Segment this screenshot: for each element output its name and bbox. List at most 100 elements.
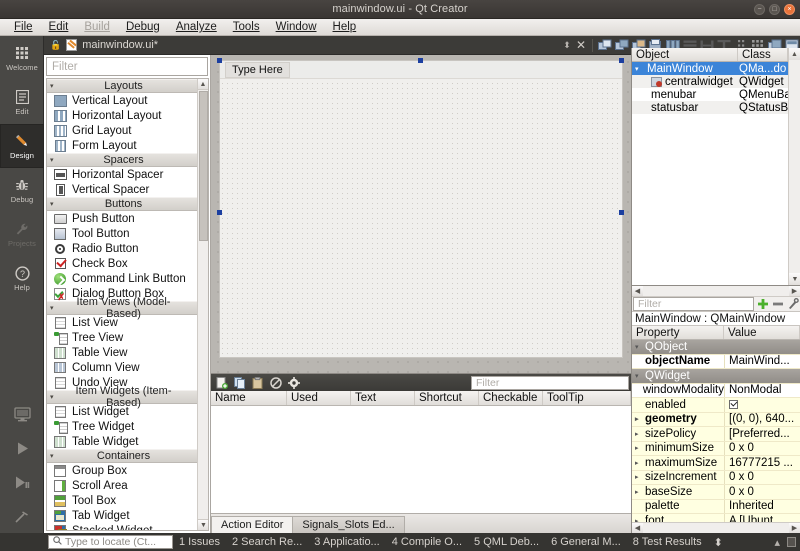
chevron-right-icon[interactable]: ▸ [635, 430, 643, 438]
menu-file[interactable]: File [6, 20, 41, 34]
form-main-window[interactable]: Type Here [219, 60, 623, 358]
column-header-value[interactable]: Value [724, 326, 800, 339]
widget-group-spacers[interactable]: ▾ Spacers [47, 153, 197, 167]
widget-item-radio-button[interactable]: Radio Button [47, 241, 197, 256]
widget-item-horizontal-spacer[interactable]: Horizontal Spacer [47, 167, 197, 182]
output-button-qml-debugger[interactable]: 5 QML Deb... [468, 536, 545, 548]
scroll-up-icon[interactable]: ▲ [789, 48, 800, 60]
settings-icon[interactable] [287, 376, 300, 389]
chevron-down-icon[interactable]: ▾ [635, 343, 643, 351]
selection-handle-top-right[interactable] [619, 58, 624, 63]
widget-box-list[interactable]: ▾ Layouts Vertical Layout Horizontal Lay… [46, 78, 209, 531]
column-header-shortcut[interactable]: Shortcut [415, 391, 479, 405]
action-editor-filter-input[interactable]: Filter [471, 376, 629, 390]
widget-item-command-link-button[interactable]: Command Link Button [47, 271, 197, 286]
scrollbar-thumb[interactable] [199, 91, 208, 241]
chevron-down-icon[interactable]: ▾ [635, 65, 644, 73]
widget-group-containers[interactable]: ▾ Containers [47, 449, 197, 463]
widget-item-check-box[interactable]: Check Box [47, 256, 197, 271]
widget-item-tree-view[interactable]: Tree View [47, 330, 197, 345]
property-value[interactable]: 0 x 0 [724, 470, 800, 484]
scroll-right-icon[interactable]: ▶ [789, 523, 800, 533]
remove-icon[interactable] [770, 297, 785, 311]
widget-item-stacked-widget[interactable]: Stacked Widget [47, 523, 197, 530]
widget-item-form-layout[interactable]: Form Layout [47, 138, 197, 153]
debug-run-icon[interactable] [0, 465, 44, 499]
form-menu-bar[interactable]: Type Here [220, 61, 622, 79]
property-row-maximumsize[interactable]: ▸ maximumSize 16777215 ... [632, 456, 800, 471]
minimize-icon[interactable]: − [754, 4, 765, 15]
output-button-search-results[interactable]: 2 Search Re... [226, 536, 308, 548]
property-value[interactable]: [(0, 0), 640... [724, 412, 800, 426]
output-button-application-output[interactable]: 3 Applicatio... [308, 536, 385, 548]
unlocked-icon[interactable]: 🔓 [50, 40, 61, 51]
outline-toggle-icon[interactable] [787, 537, 796, 547]
object-inspector-scrollbar[interactable]: ▲ ▼ [788, 48, 800, 285]
action-editor-body[interactable] [211, 406, 631, 512]
property-value[interactable]: NonModal [724, 383, 800, 397]
selection-handle-mid-right[interactable] [619, 210, 624, 215]
size-grip-icon[interactable]: ⬍ [708, 536, 729, 549]
chevron-right-icon[interactable]: ▸ [635, 415, 643, 423]
close-editor-icon[interactable]: ✕ [573, 38, 589, 52]
property-row-objectname[interactable]: objectName MainWind... [632, 354, 800, 369]
property-row-enabled[interactable]: enabled [632, 398, 800, 413]
selection-handle-top-left[interactable] [217, 58, 222, 63]
column-header-object[interactable]: Object [632, 48, 738, 61]
sidebar-item-welcome[interactable]: Welcome [0, 36, 44, 80]
property-value[interactable]: [Preferred... [724, 427, 800, 441]
sidebar-item-edit[interactable]: Edit [0, 80, 44, 124]
sidebar-item-projects[interactable]: Projects [0, 212, 44, 256]
property-row-minimumsize[interactable]: ▸ minimumSize 0 x 0 [632, 441, 800, 456]
copy-icon[interactable] [233, 376, 246, 389]
menu-edit[interactable]: Edit [41, 20, 77, 34]
property-value[interactable]: Inherited [724, 499, 800, 513]
chevron-right-icon[interactable]: ▸ [635, 444, 643, 452]
widget-item-grid-layout[interactable]: Grid Layout [47, 123, 197, 138]
property-editor-hscrollbar-bottom[interactable]: ◀ ▶ [632, 522, 800, 533]
widget-item-horizontal-layout[interactable]: Horizontal Layout [47, 108, 197, 123]
table-row[interactable]: ▾ MainWindow QMa...do [632, 62, 788, 75]
chevron-right-icon[interactable]: ▸ [635, 459, 643, 467]
collapse-icon[interactable]: ▴ [774, 536, 780, 549]
widget-item-scroll-area[interactable]: Scroll Area [47, 478, 197, 493]
scroll-up-icon[interactable]: ▲ [198, 79, 208, 90]
run-icon[interactable] [0, 431, 44, 465]
widget-group-buttons[interactable]: ▾ Buttons [47, 197, 197, 211]
chevron-down-icon[interactable]: ▾ [635, 372, 643, 380]
widget-item-tree-widget[interactable]: Tree Widget [47, 419, 197, 434]
new-action-icon[interactable] [215, 376, 228, 389]
property-group-qwidget[interactable]: ▾ QWidget [632, 369, 800, 384]
tab-signals-slots-editor[interactable]: Signals_Slots Ed... [292, 516, 405, 533]
sidebar-item-help[interactable]: ? Help [0, 256, 44, 300]
editor-file-tab[interactable]: 🔓 mainwindow.ui* [44, 36, 166, 55]
delete-icon[interactable] [269, 376, 282, 389]
widget-box-filter-input[interactable]: Filter [46, 57, 208, 76]
output-button-issues[interactable]: 1 Issues [173, 536, 226, 548]
adjust-size-icon[interactable] [596, 37, 613, 54]
selection-handle-top-center[interactable] [418, 58, 423, 63]
menu-debug[interactable]: Debug [118, 20, 168, 34]
output-button-compile-output[interactable]: 4 Compile O... [386, 536, 468, 548]
property-value[interactable]: MainWind... [724, 354, 800, 368]
table-row[interactable]: statusbar QStatusB [632, 101, 788, 114]
configure-icon[interactable] [785, 297, 800, 311]
split-selector-icon[interactable]: ⬍ [561, 40, 573, 51]
widget-item-vertical-spacer[interactable]: Vertical Spacer [47, 182, 197, 197]
property-row-basesize[interactable]: ▸ baseSize 0 x 0 [632, 485, 800, 500]
selection-handle-mid-left[interactable] [217, 210, 222, 215]
widget-item-push-button[interactable]: Push Button [47, 211, 197, 226]
locator-input[interactable]: Type to locate (Ct... [48, 535, 173, 549]
widget-item-group-box[interactable]: Group Box [47, 463, 197, 478]
property-value[interactable]: 16777215 ... [724, 456, 800, 470]
paste-icon[interactable] [251, 376, 264, 389]
table-row[interactable]: menubar QMenuBa [632, 88, 788, 101]
lay-out-horizontally-icon[interactable] [613, 37, 630, 54]
enabled-checkbox[interactable] [729, 400, 738, 410]
tab-action-editor[interactable]: Action Editor [211, 516, 294, 533]
scroll-left-icon[interactable]: ◀ [632, 523, 643, 533]
output-button-general-messages[interactable]: 6 General M... [545, 536, 627, 548]
menu-analyze[interactable]: Analyze [168, 20, 225, 34]
chevron-right-icon[interactable]: ▸ [635, 473, 643, 481]
close-icon[interactable]: × [784, 4, 795, 15]
